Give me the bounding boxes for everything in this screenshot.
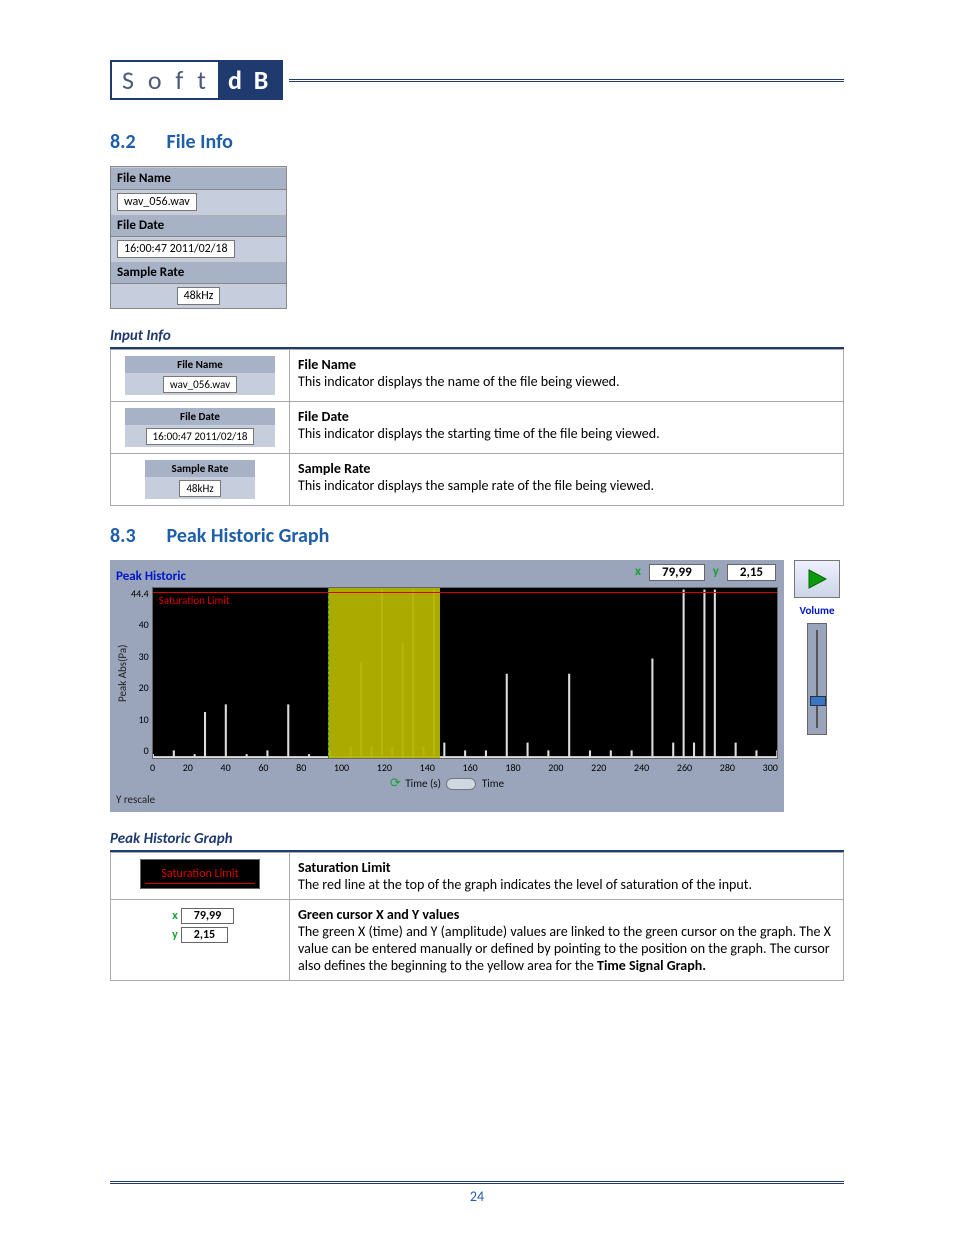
table-row: File Name wav_056.wav File Name This ind… (111, 350, 844, 402)
time-scrollbar[interactable] (446, 778, 476, 790)
table-row: Sample Rate 48kHz Sample Rate This indic… (111, 454, 844, 506)
input-info-subheading: Input Info (110, 327, 844, 349)
mini-sample-rate: Sample Rate 48kHz (145, 460, 255, 499)
section-title: Peak Historic Graph (167, 524, 330, 548)
desc-text: This indicator displays the sample rate … (298, 477, 654, 494)
desc-text: The green X (time) and Y (amplitude) val… (298, 923, 831, 974)
table-row: File Date 16:00:47 2011/02/18 File Date … (111, 402, 844, 454)
green-cursor[interactable] (328, 588, 329, 758)
cursor-y-value[interactable]: 2,15 (727, 564, 776, 581)
page-number: 24 (470, 1188, 484, 1205)
cursor-x-label: x (635, 564, 641, 581)
header-rule (289, 79, 844, 82)
volume-slider[interactable] (807, 623, 827, 735)
saturation-limit-chip: Saturation Limit (140, 859, 260, 889)
desc-text: This indicator displays the starting tim… (298, 425, 660, 442)
mini-file-name: File Name wav_056.wav (125, 356, 275, 395)
y-axis-label: Peak Abs(Pa) (116, 587, 129, 759)
logo: S o f t d B (110, 60, 283, 100)
logo-left: S o f t (112, 62, 218, 98)
section-8-2-heading: 8.2 File Info (110, 130, 844, 154)
section-number: 8.2 (110, 130, 162, 154)
volume-label: Volume (800, 604, 835, 617)
section-title: File Info (167, 130, 233, 154)
saturation-label: Saturation Limit (159, 594, 230, 607)
header-logo-line: S o f t d B (110, 60, 844, 100)
desc-head: Sample Rate (298, 460, 370, 477)
peak-historic-graph-subheading: Peak Historic Graph (110, 830, 844, 852)
rescale-icon[interactable]: ⟳ (390, 776, 401, 791)
logo-right: d B (218, 62, 281, 98)
desc-text: This indicator displays the name of the … (298, 373, 620, 390)
chart-title: Peak Historic (116, 569, 186, 584)
section-8-3-heading: 8.3 Peak Historic Graph (110, 524, 844, 548)
page-footer: 24 (110, 1181, 844, 1205)
input-info-table: File Name wav_056.wav File Name This ind… (110, 349, 844, 506)
sample-rate-label: Sample Rate (111, 261, 286, 284)
sample-rate-value: 48kHz (177, 287, 221, 305)
xy-readout-chip: x79,99 y2,15 (166, 908, 234, 943)
file-name-value: wav_056.wav (117, 193, 197, 211)
file-date-value: 16:00:47 2011/02/18 (117, 240, 235, 258)
desc-head: File Name (298, 356, 356, 373)
section-number: 8.3 (110, 524, 162, 548)
desc-text: The red line at the top of the graph ind… (298, 876, 752, 893)
x-ticks: 0204060801001201401601802002202402602803… (116, 759, 778, 774)
file-info-panel: File Name wav_056.wav File Date 16:00:47… (110, 166, 287, 309)
desc-head: Green cursor X and Y values (298, 906, 459, 923)
cursor-y-label: y (713, 564, 719, 581)
peak-historic-chart[interactable]: Peak Historic x 79,99 y 2,15 Peak Abs(Pa… (110, 560, 784, 812)
volume-thumb[interactable] (810, 696, 826, 706)
desc-head: Saturation Limit (298, 859, 391, 876)
y-rescale-label[interactable]: Y rescale (116, 793, 778, 806)
play-button[interactable] (794, 560, 840, 598)
file-date-label: File Date (111, 214, 286, 237)
cursor-x-value[interactable]: 79,99 (649, 564, 705, 581)
waveform (153, 588, 777, 758)
x-axis-label: ⟳ Time (s) Time (116, 776, 778, 791)
table-row: Saturation Limit Saturation Limit The re… (111, 853, 844, 900)
peak-historic-desc-table: Saturation Limit Saturation Limit The re… (110, 852, 844, 981)
desc-head: File Date (298, 408, 349, 425)
file-name-label: File Name (111, 167, 286, 190)
highlight-region (328, 588, 440, 758)
saturation-line (153, 592, 777, 593)
chart-side-panel: Volume (790, 560, 844, 812)
cursor-readout: x 79,99 y 2,15 (635, 564, 776, 581)
table-row: x79,99 y2,15 Green cursor X and Y values… (111, 900, 844, 981)
play-icon (806, 568, 828, 590)
peak-historic-chart-wrap: Peak Historic x 79,99 y 2,15 Peak Abs(Pa… (110, 560, 844, 812)
chart-canvas[interactable]: Saturation Limit (152, 587, 778, 759)
mini-file-date: File Date 16:00:47 2011/02/18 (125, 408, 275, 447)
y-ticks: 44.4 40 30 20 10 0 (131, 587, 152, 757)
